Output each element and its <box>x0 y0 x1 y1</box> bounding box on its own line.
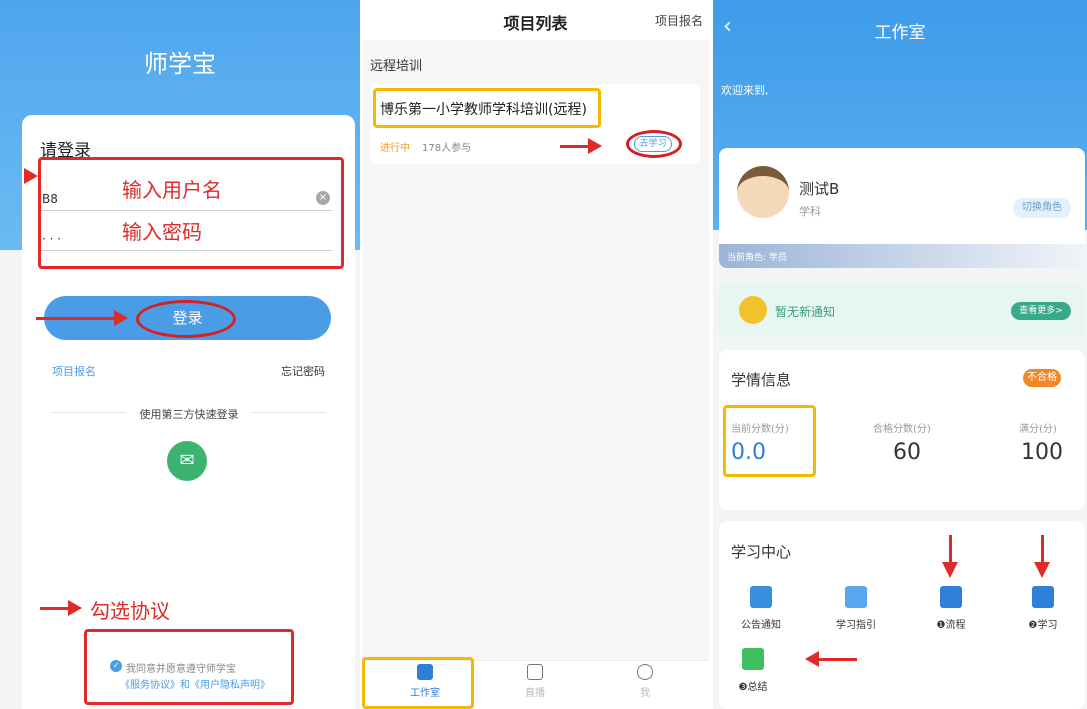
notice-icon <box>750 586 772 608</box>
notice-text: 暂无新通知 <box>775 305 836 319</box>
user-subject: 学科 <box>799 205 821 218</box>
tile-label: 学习指引 <box>836 620 876 631</box>
login-highlight <box>136 300 236 338</box>
tile-label: ❷学习 <box>1028 620 1058 631</box>
pass-score-label: 合格分数(分) <box>873 424 931 435</box>
status-badge[interactable]: 不合格 <box>1023 369 1061 387</box>
play-icon <box>527 664 543 680</box>
project-list-screen: 项目列表 项目报名 远程培训 博乐第一小学教师学科培训(远程) 进行中 178人… <box>362 0 709 709</box>
arrow-icon <box>36 317 116 320</box>
score-highlight <box>723 405 816 477</box>
agreement-links[interactable]: 《服务协议》和《用户隐私声明》 <box>120 676 270 691</box>
guide-icon <box>845 586 867 608</box>
project-highlight <box>373 88 601 128</box>
full-score-value: 100 <box>1021 440 1063 465</box>
annot-password: 输入密码 <box>122 220 202 244</box>
participant-count: 178人参与 <box>422 143 472 154</box>
tab-live[interactable]: 直播 <box>505 664 565 699</box>
agreement-text: 我同意并愿意遵守师学宝 <box>126 664 236 675</box>
tile-label: ❶流程 <box>936 620 966 631</box>
tile-notice[interactable]: 公告通知 <box>726 586 796 631</box>
tab-label: 我 <box>640 688 650 699</box>
login-screen: 师学宝 请登录 B8 × · · · 输入用户名 输入密码 登录 项目报名 忘记… <box>0 0 360 709</box>
user-icon <box>637 664 653 680</box>
wechat-icon[interactable]: ✉ <box>167 441 207 481</box>
arrow-icon <box>24 168 38 184</box>
go-study-highlight <box>626 130 682 158</box>
study-info-title: 学情信息 <box>731 371 792 389</box>
tile-summary[interactable]: ❸总结 <box>718 648 788 693</box>
full-score-label: 满分(分) <box>1019 424 1057 435</box>
arrow-icon <box>942 562 958 578</box>
pass-score-value: 60 <box>893 440 921 465</box>
arrow-icon <box>588 138 602 154</box>
page-title: 工作室 <box>874 23 926 43</box>
section-title: 远程培训 <box>370 59 423 74</box>
arrow-icon <box>114 310 128 326</box>
switch-role-button[interactable]: 切换角色 <box>1013 198 1071 218</box>
status-badge: 进行中 <box>380 143 410 154</box>
arrow-icon <box>40 607 70 610</box>
tile-guide[interactable]: 学习指引 <box>821 586 891 631</box>
book-icon <box>1032 586 1054 608</box>
app-title: 师学宝 <box>144 50 216 78</box>
tile-label: ❸总结 <box>738 682 768 693</box>
current-role-strip: 当前角色: 学员 <box>719 244 1085 268</box>
annot-agree: 勾选协议 <box>90 599 170 623</box>
view-more-button[interactable]: 查看更多> <box>1011 302 1071 320</box>
signup-link[interactable]: 项目报名 <box>52 363 96 379</box>
arrow-icon <box>560 145 590 148</box>
workroom-screen: ‹ 工作室 欢迎来到, 测试B 学科 切换角色 当前角色: 学员 暂无新通知 查… <box>713 0 1087 709</box>
tab-highlight <box>362 657 474 709</box>
megaphone-icon <box>739 296 767 324</box>
tile-study[interactable]: ❷学习 <box>1008 586 1078 631</box>
arrow-icon <box>949 535 952 565</box>
book-icon <box>940 586 962 608</box>
tile-process[interactable]: ❶流程 <box>916 586 986 631</box>
signup-link[interactable]: 项目报名 <box>655 12 703 29</box>
tab-me[interactable]: 我 <box>615 664 675 699</box>
tile-label: 公告通知 <box>741 620 781 631</box>
learning-center-title: 学习中心 <box>731 543 792 561</box>
arrow-icon <box>817 658 857 661</box>
tab-label: 直播 <box>525 688 545 699</box>
arrow-icon <box>68 600 82 616</box>
annot-username: 输入用户名 <box>122 178 222 202</box>
third-party-label: 使用第三方快速登录 <box>139 408 239 421</box>
avatar <box>737 166 789 218</box>
summary-icon <box>742 648 764 670</box>
arrow-icon <box>1041 535 1044 565</box>
welcome-text: 欢迎来到, <box>721 84 769 97</box>
forgot-password-link[interactable]: 忘记密码 <box>281 363 325 379</box>
arrow-icon <box>1034 562 1050 578</box>
current-role: 当前角色: 学员 <box>727 253 787 263</box>
checkbox-icon[interactable]: ✓ <box>110 660 122 672</box>
user-name: 测试B <box>799 180 840 198</box>
